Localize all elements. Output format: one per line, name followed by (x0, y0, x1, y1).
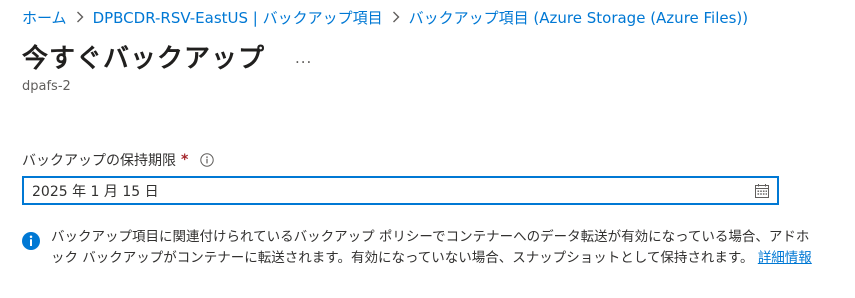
info-message-body: バックアップ項目に関連付けられているバックアップ ポリシーでコンテナーへのデータ… (51, 229, 810, 266)
retention-date-field[interactable] (22, 176, 779, 205)
info-message: バックアップ項目に関連付けられているバックアップ ポリシーでコンテナーへのデータ… (22, 227, 822, 268)
retention-field-label: バックアップの保持期限 * (22, 150, 215, 170)
info-filled-icon (22, 232, 40, 268)
retention-date-input[interactable] (32, 177, 754, 204)
info-message-text: バックアップ項目に関連付けられているバックアップ ポリシーでコンテナーへのデータ… (51, 227, 822, 268)
breadcrumb-vault-link[interactable]: DPBCDR-RSV-EastUS | バックアップ項目 (93, 7, 383, 28)
chevron-right-icon (392, 11, 400, 23)
more-icon[interactable]: ... (291, 50, 316, 66)
required-marker: * (181, 152, 189, 168)
page-title: 今すぐバックアップ (22, 43, 266, 74)
breadcrumb: ホーム DPBCDR-RSV-EastUS | バックアップ項目 バックアップ項… (22, 6, 748, 28)
info-tooltip-icon[interactable] (200, 153, 215, 167)
learn-more-link[interactable]: 詳細情報 (758, 250, 812, 266)
title-row: 今すぐバックアップ ... (22, 36, 316, 76)
calendar-icon[interactable] (754, 183, 770, 199)
chevron-right-icon (76, 11, 84, 23)
page-subtitle: dpafs-2 (22, 79, 71, 94)
breadcrumb-home-link[interactable]: ホーム (22, 7, 67, 28)
retention-label-text: バックアップの保持期限 (22, 153, 176, 169)
breadcrumb-items-link[interactable]: バックアップ項目 (Azure Storage (Azure Files)) (409, 7, 749, 28)
